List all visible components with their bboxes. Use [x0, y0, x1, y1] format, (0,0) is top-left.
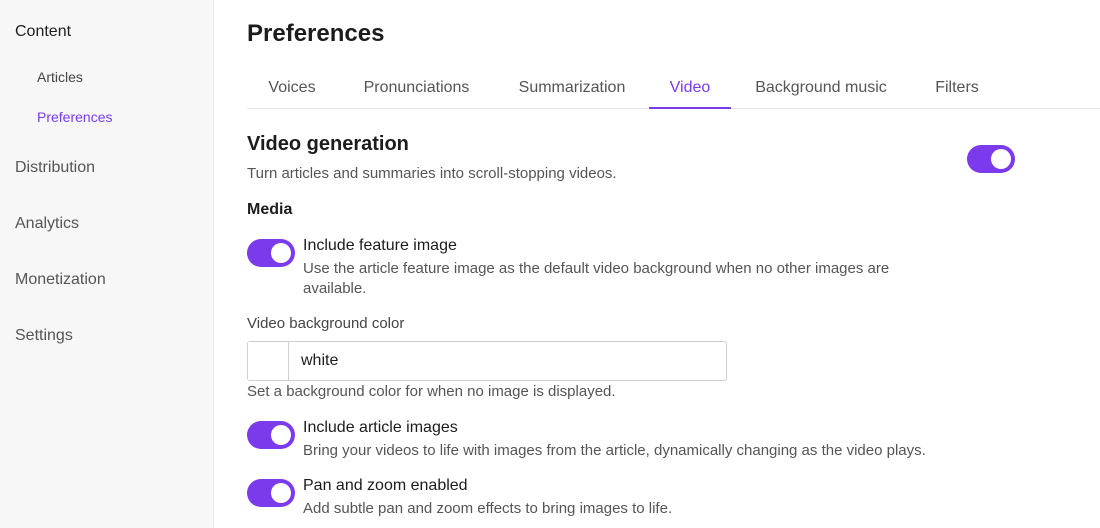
color-swatch[interactable] — [248, 342, 289, 380]
background-color-label: Video background color — [247, 315, 405, 332]
include-article-images-description: Bring your videos to life with images fr… — [303, 442, 926, 459]
sidebar-item-preferences[interactable]: Preferences — [37, 109, 112, 125]
include-article-images-label: Include article images — [303, 419, 458, 436]
include-feature-image-label: Include feature image — [303, 237, 457, 254]
sidebar-item-analytics[interactable]: Analytics — [15, 215, 79, 233]
tab-background-music[interactable]: Background music — [741, 68, 901, 109]
background-color-help: Set a background color for when no image… — [247, 383, 616, 400]
sidebar-item-monetization[interactable]: Monetization — [15, 271, 106, 289]
include-feature-image-description-line1: Use the article feature image as the def… — [303, 260, 890, 277]
video-generation-toggle[interactable] — [967, 145, 1015, 173]
include-feature-image-description-line2: available. — [303, 280, 367, 297]
sidebar: Content Articles Preferences Distributio… — [0, 0, 214, 528]
sidebar-item-content[interactable]: Content — [15, 23, 71, 41]
tab-voices[interactable]: Voices — [247, 68, 337, 109]
sidebar-item-settings[interactable]: Settings — [15, 327, 73, 345]
include-article-images-toggle[interactable] — [247, 421, 295, 449]
toggle-knob — [271, 483, 291, 503]
sidebar-item-articles[interactable]: Articles — [37, 69, 83, 85]
tab-summarization[interactable]: Summarization — [504, 68, 640, 109]
video-generation-title: Video generation — [247, 133, 409, 155]
include-feature-image-toggle[interactable] — [247, 239, 295, 267]
pan-zoom-label: Pan and zoom enabled — [303, 477, 468, 494]
pan-zoom-toggle[interactable] — [247, 479, 295, 507]
background-color-field — [247, 341, 727, 381]
tab-video[interactable]: Video — [649, 68, 731, 109]
pan-zoom-description: Add subtle pan and zoom effects to bring… — [303, 500, 673, 517]
background-color-input[interactable] — [301, 352, 701, 370]
main-content: Preferences Voices Pronunciations Summar… — [247, 0, 1100, 528]
media-heading: Media — [247, 201, 293, 218]
sidebar-item-distribution[interactable]: Distribution — [15, 159, 95, 177]
tab-filters[interactable]: Filters — [921, 68, 993, 109]
toggle-knob — [271, 243, 291, 263]
tab-pronunciations[interactable]: Pronunciations — [347, 68, 486, 109]
tab-bar: Voices Pronunciations Summarization Vide… — [247, 68, 1100, 109]
page-title: Preferences — [247, 20, 385, 47]
toggle-knob — [271, 425, 291, 445]
video-generation-description: Turn articles and summaries into scroll-… — [247, 165, 617, 182]
toggle-knob — [991, 149, 1011, 169]
